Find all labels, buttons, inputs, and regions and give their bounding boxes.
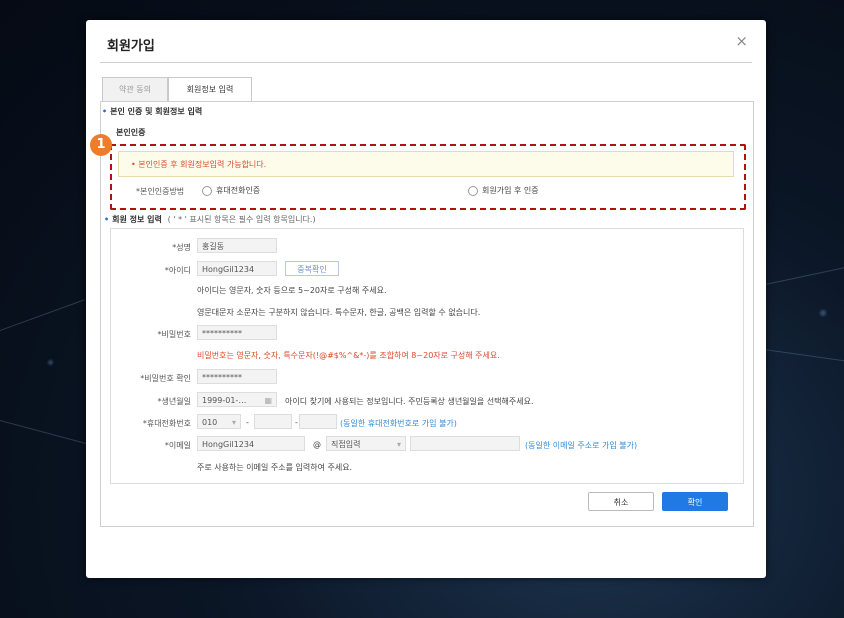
phone-label: *휴대전화번호 xyxy=(142,419,191,428)
email-domain-select[interactable]: 직접입력 ▾ xyxy=(326,436,406,451)
email-hint-2: 주로 사용하는 이메일 주소를 입력하여 주세요. xyxy=(197,463,353,472)
birth-value: 1999-01-… xyxy=(202,396,247,405)
divider xyxy=(100,62,752,63)
chevron-down-icon: ▾ xyxy=(396,440,401,449)
email-label: *이메일 xyxy=(164,441,191,450)
callout-badge: 1 xyxy=(90,134,112,156)
background-line xyxy=(0,420,88,445)
radio-label: 회원가입 후 인증 xyxy=(482,186,539,195)
modal-title: 회원가입 xyxy=(107,39,155,54)
chevron-down-icon: ▾ xyxy=(231,418,236,427)
close-icon[interactable]: × xyxy=(735,32,748,50)
section-title-auth: • 본인 인증 및 회원정보 입력 xyxy=(102,106,202,117)
password-confirm-label: *비밀번호 확인 xyxy=(140,374,191,383)
section-title-text: 회원 정보 입력 xyxy=(112,215,162,224)
password-confirm-field[interactable]: ********** xyxy=(197,369,277,384)
password-label: *비밀번호 xyxy=(157,330,191,339)
background-glow xyxy=(48,360,53,365)
birth-label: *생년월일 xyxy=(157,397,191,406)
id-field[interactable]: HongGil1234 xyxy=(197,261,277,276)
phone-hint: (동일한 휴대전화번호로 가입 불가) xyxy=(340,419,457,428)
phone-separator: - xyxy=(246,418,249,427)
birth-field[interactable]: 1999-01-… ▦ xyxy=(197,392,277,407)
bullet-icon: • xyxy=(102,107,108,116)
section-title-info: • 회원 정보 입력 ( ' * ' 표시된 항목은 필수 입력 항목입니다.) xyxy=(104,214,316,225)
duplicate-check-button[interactable]: 중복확인 xyxy=(285,261,339,276)
bullet-icon: • xyxy=(104,215,110,224)
phone-separator: - xyxy=(295,418,298,427)
phone-prefix-value: 010 xyxy=(202,418,218,427)
calendar-icon[interactable]: ▦ xyxy=(264,393,272,408)
confirm-button[interactable]: 확인 xyxy=(662,492,728,511)
id-hint: 아이디는 영문자, 숫자 등으로 5~20자로 구성해 주세요. xyxy=(197,286,387,295)
at-sign: @ xyxy=(313,440,321,449)
email-domain-value: 직접입력 xyxy=(331,440,361,449)
radio-auth-after-signup[interactable]: 회원가입 후 인증 xyxy=(468,185,539,196)
phone-prefix-select[interactable]: 010 ▾ xyxy=(197,414,241,429)
email-hint: (동일한 이메일 주소로 가입 불가) xyxy=(525,441,638,450)
tab-terms[interactable]: 약관 동의 xyxy=(102,77,168,101)
radio-label: 휴대전화인증 xyxy=(216,186,261,195)
name-field[interactable]: 홍길동 xyxy=(197,238,277,253)
section-title-text: 본인 인증 및 회원정보 입력 xyxy=(110,107,203,116)
email-domain-field[interactable] xyxy=(410,436,520,451)
id-label: *아이디 xyxy=(164,266,191,275)
radio-circle[interactable] xyxy=(202,185,212,196)
notice-text: • 본인인증 후 회원정보입력 가능합니다. xyxy=(131,160,267,169)
tab-member-info[interactable]: 회원정보 입력 xyxy=(168,77,252,102)
email-local-field[interactable]: HongGil1234 xyxy=(197,436,305,451)
background-line xyxy=(0,299,85,331)
cert-method-row: *본인인증방법 휴대전화인증 회원가입 후 인증 xyxy=(118,180,732,202)
required-note: ( ' * ' 표시된 항목은 필수 입력 항목입니다.) xyxy=(167,215,316,224)
cert-method-label: *본인인증방법 xyxy=(136,187,185,196)
phone-last-field[interactable] xyxy=(299,414,337,429)
name-label: *성명 xyxy=(172,243,191,252)
phone-middle-field[interactable] xyxy=(254,414,292,429)
password-field[interactable]: ********** xyxy=(197,325,277,340)
birth-hint: 아이디 찾기에 사용되는 정보입니다. 주민등록상 생년월일을 선택해주세요. xyxy=(285,397,534,406)
section-subtitle: 본인인증 xyxy=(116,128,146,137)
radio-phone-auth[interactable]: 휴대전화인증 xyxy=(202,185,260,196)
notice-box: • 본인인증 후 회원정보입력 가능합니다. xyxy=(118,151,734,177)
cancel-button[interactable]: 취소 xyxy=(588,492,654,511)
radio-circle[interactable] xyxy=(468,185,478,196)
password-hint: 비밀번호는 영문자, 숫자, 특수문자(!@#$%^&*-)를 조합하여 8~2… xyxy=(197,351,500,360)
background-glow xyxy=(820,310,826,316)
id-hint-2: 영문대문자 소문자는 구분하지 않습니다. 특수문자, 한글, 공백은 입력할 … xyxy=(197,308,481,317)
